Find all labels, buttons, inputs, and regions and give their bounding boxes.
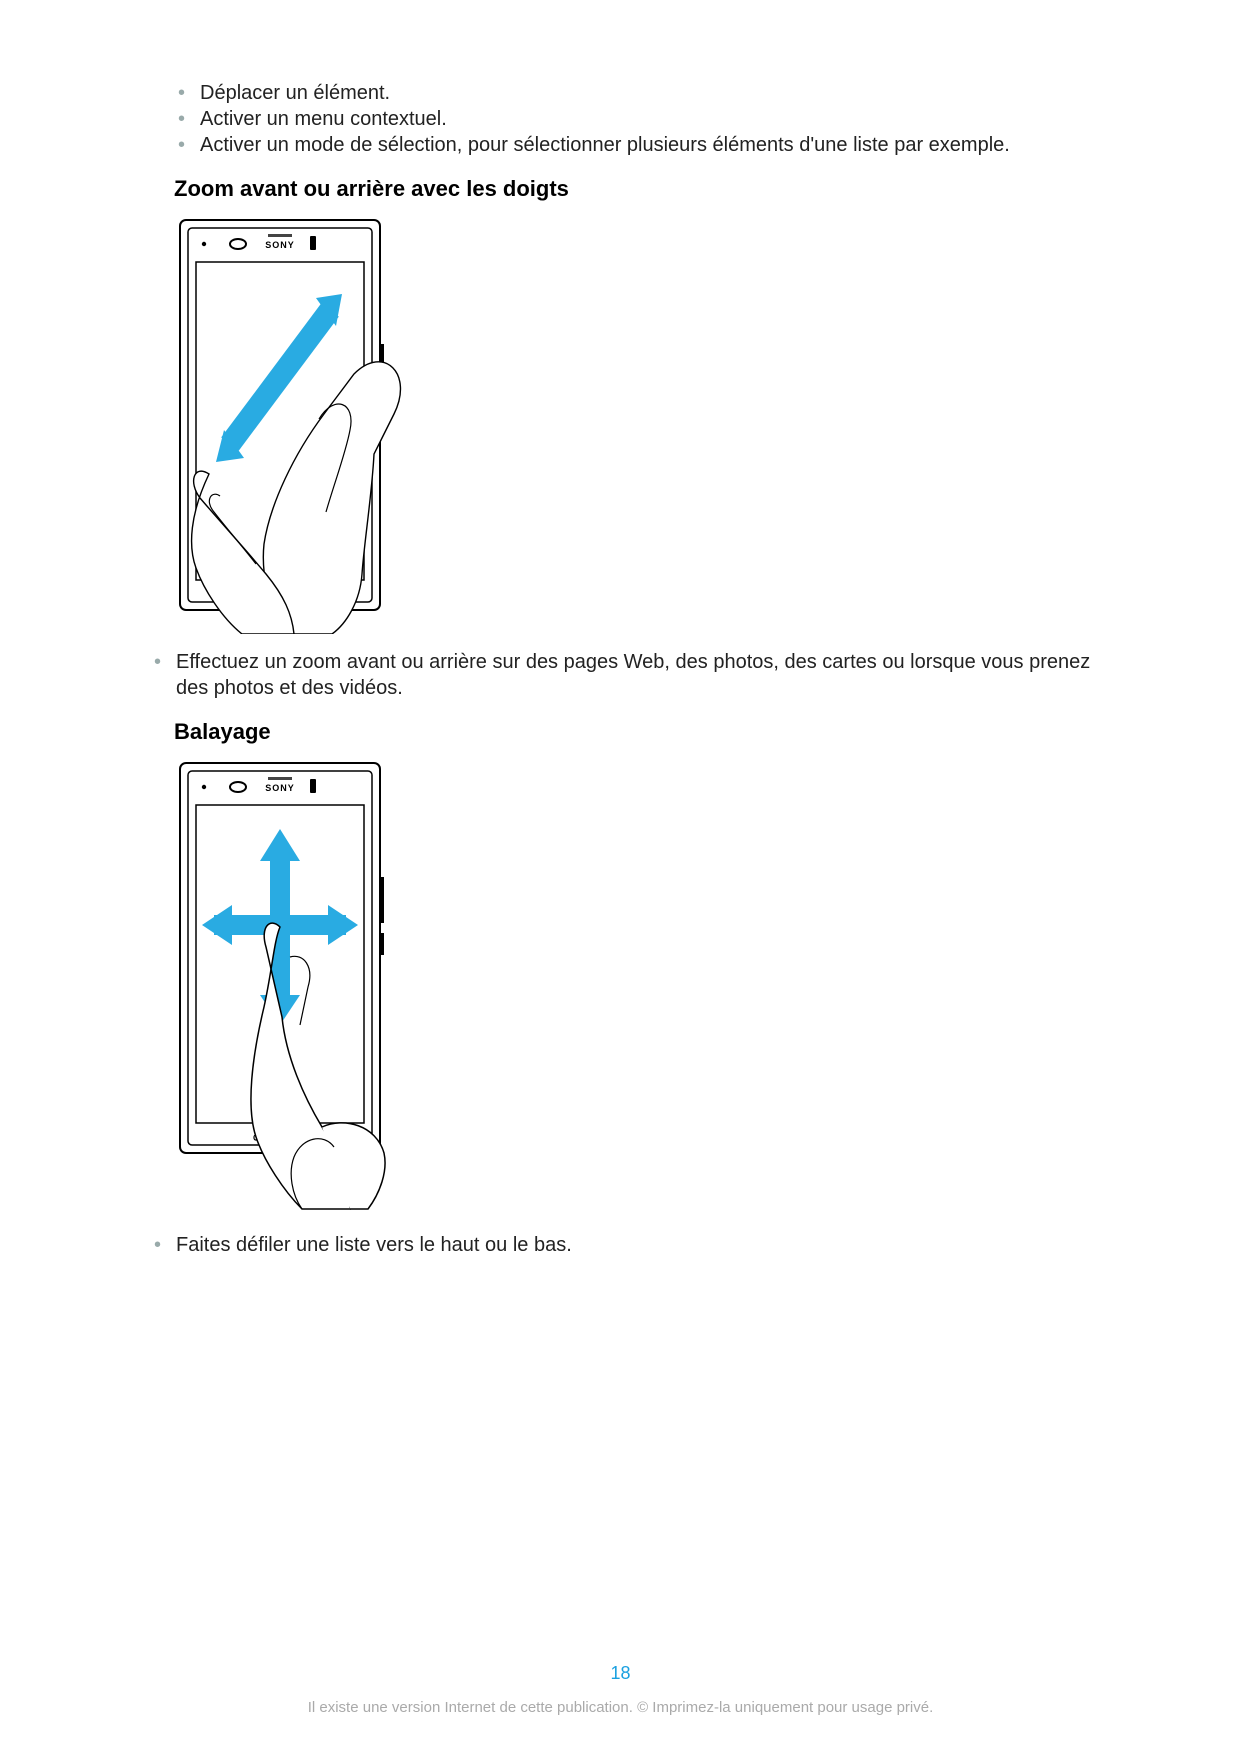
top-bullet-list: Déplacer un élément. Activer un menu con… [174, 80, 1091, 158]
zoom-bullet-list: Effectuez un zoom avant ou arrière sur d… [150, 649, 1091, 701]
list-item: Faites défiler une liste vers le haut ou… [150, 1232, 1091, 1258]
zoom-illustration: SONY [174, 214, 1091, 639]
svg-text:SONY: SONY [265, 240, 295, 250]
page-number: 18 [0, 1663, 1241, 1684]
list-item: Déplacer un élément. [174, 80, 1091, 106]
document-page: Déplacer un élément. Activer un menu con… [0, 0, 1241, 1754]
page-content: Déplacer un élément. Activer un menu con… [150, 80, 1091, 1258]
swipe-illustration: SONY [174, 757, 1091, 1222]
svg-text:SONY: SONY [265, 783, 295, 793]
heading-swipe: Balayage [174, 719, 1091, 745]
heading-zoom: Zoom avant ou arrière avec les doigts [174, 176, 1091, 202]
copyright-text: Il existe une version Internet de cette … [0, 1699, 1241, 1716]
list-item: Activer un mode de sélection, pour sélec… [174, 132, 1091, 158]
list-item: Effectuez un zoom avant ou arrière sur d… [150, 649, 1091, 701]
swipe-bullet-list: Faites défiler une liste vers le haut ou… [150, 1232, 1091, 1258]
list-item: Activer un menu contextuel. [174, 106, 1091, 132]
